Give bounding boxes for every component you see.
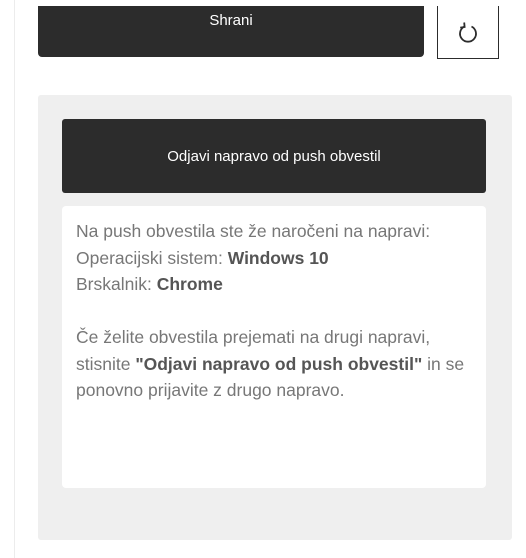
browser-label: Brskalnik: <box>76 274 157 294</box>
push-notifications-panel: Odjavi napravo od push obvestil Na push … <box>38 95 512 540</box>
save-button[interactable]: Shrani <box>38 6 424 57</box>
subscribed-text: Na push obvestila ste že naročeni na nap… <box>76 221 431 241</box>
subscription-info-box: Na push obvestila ste že naročeni na nap… <box>62 206 486 488</box>
browser-value: Chrome <box>156 274 223 294</box>
reset-button[interactable] <box>437 6 499 59</box>
reset-icon <box>459 22 477 43</box>
browser-line: Brskalnik: Chrome <box>76 271 472 298</box>
unsubscribe-device-button[interactable]: Odjavi napravo od push obvestil <box>62 119 486 193</box>
os-label: Operacijski sistem: <box>76 247 228 268</box>
os-value: Windows 10 <box>227 247 329 268</box>
instructions-bold: "Odjavi napravo od push obvestil" <box>135 353 423 374</box>
instructions-text: Če želite obvestila prejemati na drugi n… <box>76 324 472 404</box>
page-left-border <box>0 0 15 558</box>
os-line: Operacijski sistem: Windows 10 <box>76 245 472 272</box>
